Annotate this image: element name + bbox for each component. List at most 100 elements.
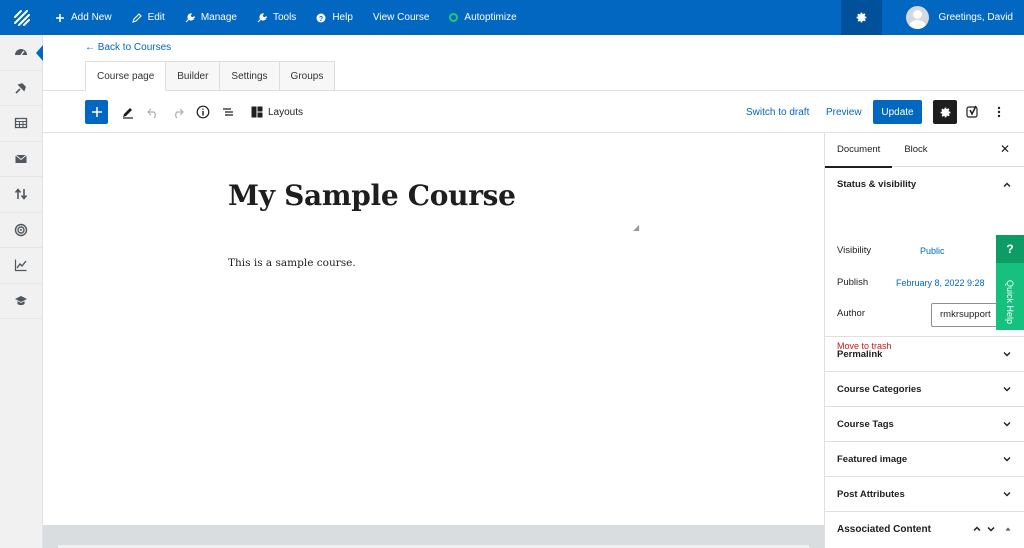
table-icon: [14, 118, 28, 129]
manage-menu[interactable]: Manage: [175, 0, 247, 35]
course-tags-heading: Course Tags: [837, 418, 894, 430]
sidebar-item-mail[interactable]: [0, 142, 42, 177]
tools-icon: [257, 12, 267, 22]
more-options-button[interactable]: [989, 100, 1009, 124]
autoptimize-label: Autoptimize: [464, 12, 517, 23]
sidebar-item-tables[interactable]: [0, 106, 42, 142]
add-new-label: Add New: [71, 12, 112, 23]
outline-button[interactable]: [218, 100, 238, 124]
view-course-label: View Course: [372, 12, 430, 23]
add-new-menu[interactable]: Add New: [45, 0, 122, 35]
publish-date-link[interactable]: February 8, 2022 9:28: [896, 278, 985, 288]
tab-builder[interactable]: Builder: [166, 61, 221, 91]
help-icon: ?: [316, 13, 326, 23]
chevron-down-icon: [1003, 457, 1011, 462]
close-icon[interactable]: ✕: [1000, 142, 1010, 156]
active-indicator-icon: [36, 45, 43, 61]
editor-footer-strip: [43, 525, 824, 548]
avatar: [905, 6, 929, 29]
layouts-label: Layouts: [268, 106, 304, 118]
question-icon: ?: [996, 235, 1024, 263]
help-menu[interactable]: ? Help: [306, 0, 363, 35]
wrench-icon: [185, 12, 195, 22]
more-vertical-icon: [997, 106, 1001, 118]
tab-block[interactable]: Block: [892, 133, 939, 167]
settings-gear-button[interactable]: [840, 0, 882, 35]
associated-content-heading: Associated Content: [837, 523, 931, 535]
author-label: Author: [837, 308, 865, 319]
edit-label: Edit: [147, 12, 165, 23]
layouts-button[interactable]: Layouts: [251, 100, 303, 124]
course-tabs: Course page Builder Settings Groups: [85, 61, 336, 91]
resize-handle-icon[interactable]: ◢: [633, 223, 639, 232]
status-visibility-toggle[interactable]: Status & visibility: [825, 167, 1024, 202]
yoast-seo-button[interactable]: [962, 100, 984, 124]
featured-image-section-toggle[interactable]: Featured image: [825, 442, 1024, 477]
sidebar-item-courses[interactable]: [0, 284, 42, 319]
tab-settings[interactable]: Settings: [220, 61, 280, 91]
edit-menu[interactable]: Edit: [122, 0, 175, 35]
pencil-icon: [123, 108, 133, 119]
update-button[interactable]: Update: [873, 100, 922, 124]
sidebar-item-analytics[interactable]: [0, 248, 42, 284]
plus-icon: [91, 107, 102, 117]
preview-button[interactable]: Preview: [826, 100, 862, 124]
autoptimize-menu[interactable]: Autoptimize: [439, 0, 526, 35]
chevron-down-icon: [1003, 352, 1011, 357]
tools-menu[interactable]: Tools: [247, 0, 306, 35]
greeting-text: Greetings, David: [938, 12, 1013, 23]
visibility-value-link[interactable]: Public: [920, 246, 945, 256]
settings-sidebar: Document Block ✕ Status & visibility Vis…: [824, 133, 1024, 548]
user-account-menu[interactable]: Greetings, David: [882, 0, 1024, 35]
chart-icon: [14, 259, 27, 272]
add-block-button[interactable]: [85, 100, 108, 124]
publish-label: Publish: [837, 277, 869, 288]
admin-sidebar: [0, 35, 43, 548]
paragraph-block[interactable]: This is a sample course.: [228, 257, 356, 269]
post-attributes-section-toggle[interactable]: Post Attributes: [825, 477, 1024, 512]
status-dot-icon: [449, 13, 459, 22]
editor-toolbar: Layouts Switch to draft Preview Update: [43, 91, 1024, 133]
move-up-icon[interactable]: [972, 524, 982, 534]
tab-document[interactable]: Document: [825, 133, 893, 168]
details-button[interactable]: [193, 100, 213, 124]
move-to-trash-link[interactable]: Move to trash: [837, 341, 892, 351]
chevron-down-icon: [1003, 492, 1011, 497]
move-down-icon[interactable]: [986, 524, 996, 534]
tab-course-page[interactable]: Course page: [85, 61, 167, 91]
settings-sidebar-tabs: Document Block ✕: [825, 133, 1024, 168]
post-attributes-heading: Post Attributes: [837, 488, 905, 500]
plus-icon: [56, 13, 64, 22]
settings-toggle-button[interactable]: [933, 100, 957, 124]
post-title-field[interactable]: My Sample Course: [228, 179, 516, 212]
sidebar-item-posts[interactable]: [0, 71, 42, 106]
view-course-link[interactable]: View Course: [363, 0, 440, 35]
graduation-cap-icon: [15, 295, 27, 305]
sort-icon: [14, 188, 28, 200]
tab-groups[interactable]: Groups: [279, 61, 336, 91]
switch-to-draft-button[interactable]: Switch to draft: [746, 100, 809, 124]
info-icon: [196, 105, 210, 119]
sidebar-item-sort[interactable]: [0, 177, 42, 213]
course-categories-section-toggle[interactable]: Course Categories: [825, 372, 1024, 407]
gear-icon: [856, 12, 866, 23]
back-to-courses-link[interactable]: ← Back to Courses: [85, 42, 171, 53]
collapse-triangle-icon[interactable]: [1004, 525, 1012, 533]
undo-button[interactable]: [143, 100, 163, 124]
tools-label: Tools: [272, 12, 297, 23]
course-tags-section-toggle[interactable]: Course Tags: [825, 407, 1024, 442]
sidebar-item-dashboard[interactable]: [0, 35, 43, 71]
layouts-icon: [251, 106, 263, 118]
list-view-icon: [223, 108, 233, 116]
visibility-label: Visibility: [837, 245, 872, 256]
redo-icon: [175, 108, 184, 119]
redo-button[interactable]: [168, 100, 188, 124]
manage-label: Manage: [200, 12, 237, 23]
site-logo-icon[interactable]: [0, 0, 43, 35]
yoast-icon: [966, 105, 978, 118]
edit-mode-button[interactable]: [118, 100, 138, 124]
editor-canvas: My Sample Course ◢ This is a sample cour…: [43, 133, 824, 525]
sidebar-item-target[interactable]: [0, 213, 42, 248]
gear-icon: [940, 107, 950, 117]
quick-help-tab[interactable]: ? Quick Help: [996, 235, 1024, 330]
